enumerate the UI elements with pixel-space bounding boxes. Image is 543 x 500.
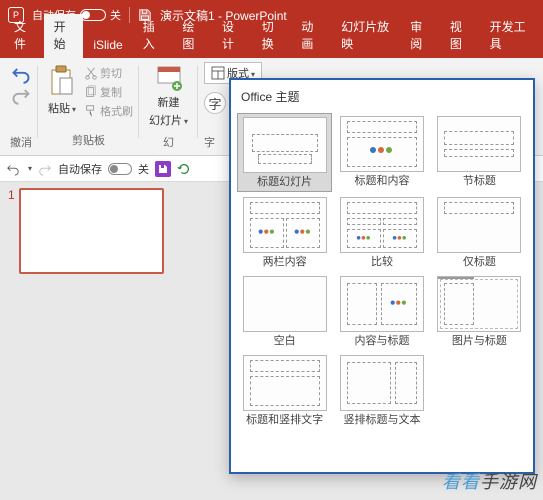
layout-title-content[interactable]: 标题和内容	[334, 113, 429, 192]
menu-transitions[interactable]: 切换	[252, 14, 292, 58]
ribbon-group-slides: 新建 幻灯片 幻	[141, 62, 196, 152]
toggle-off-icon[interactable]	[80, 9, 106, 21]
cut-button[interactable]: 剪切	[84, 64, 133, 82]
format-painter-icon	[84, 104, 98, 118]
new-slide-label1: 新建	[158, 94, 180, 110]
new-slide-icon	[155, 64, 183, 92]
menu-islide[interactable]: iSlide	[83, 34, 132, 58]
save-disk-icon	[158, 164, 168, 174]
undo-history-dropdown[interactable]	[26, 164, 32, 173]
watermark: 看看手游网	[442, 468, 537, 494]
layout-title-only[interactable]: 仅标题	[432, 194, 527, 271]
qat-autosave-label: 自动保存	[58, 161, 102, 177]
copy-icon	[84, 85, 98, 99]
menu-slideshow[interactable]: 幻灯片放映	[331, 14, 400, 58]
ribbon-group-undo: 撤消	[6, 62, 36, 152]
menu-view[interactable]: 视图	[440, 14, 480, 58]
layout-vertical-title[interactable]: 竖排标题与文本	[334, 352, 429, 429]
layout-two-content[interactable]: 两栏内容	[237, 194, 332, 271]
group-label-clipboard: 剪贴板	[72, 132, 105, 150]
paste-label: 粘贴	[48, 100, 76, 116]
autosave-state: 关	[110, 7, 121, 23]
menu-review[interactable]: 审阅	[400, 14, 440, 58]
layout-gallery-panel: Office 主题 标题幻灯片 标题和内容 节标题 两栏内容 比较 仅标题	[229, 78, 535, 474]
divider	[129, 7, 130, 23]
paste-icon	[48, 64, 76, 98]
new-slide-label2: 幻灯片	[149, 112, 188, 128]
layout-icon	[211, 66, 225, 80]
undo-icon[interactable]	[6, 162, 20, 176]
menu-home[interactable]: 开始	[44, 14, 84, 58]
layout-vertical-text[interactable]: 标题和竖排文字	[237, 352, 332, 429]
font-sample-circle[interactable]: 字	[204, 92, 226, 114]
thumbnail-pane[interactable]: 1	[0, 182, 172, 500]
refresh-icon[interactable]	[177, 162, 191, 176]
menu-bar: 文件 开始 iSlide 插入 绘图 设计 切换 动画 幻灯片放映 审阅 视图 …	[0, 30, 543, 58]
layout-grid: 标题幻灯片 标题和内容 节标题 两栏内容 比较 仅标题 空白 内容与标题	[231, 111, 533, 437]
thumbnail-number: 1	[8, 188, 15, 494]
menu-developer[interactable]: 开发工具	[480, 14, 539, 58]
menu-file[interactable]: 文件	[4, 14, 44, 58]
layout-comparison[interactable]: 比较	[334, 194, 429, 271]
ribbon-group-clipboard: 粘贴 剪切 复制 格式刷 剪贴板	[40, 62, 137, 152]
layout-title-slide[interactable]: 标题幻灯片	[237, 113, 332, 192]
layout-content-caption[interactable]: 内容与标题	[334, 273, 429, 350]
redo-icon[interactable]	[11, 85, 31, 105]
menu-insert[interactable]: 插入	[133, 14, 173, 58]
group-label-font: 字	[204, 134, 215, 152]
group-label-slides: 幻	[163, 134, 174, 152]
menu-animations[interactable]: 动画	[291, 14, 331, 58]
menu-draw[interactable]: 绘图	[172, 14, 212, 58]
save-button[interactable]	[155, 161, 171, 177]
copy-button[interactable]: 复制	[84, 83, 133, 101]
menu-design[interactable]: 设计	[212, 14, 252, 58]
slide-thumbnail[interactable]	[19, 188, 164, 274]
layout-picture-caption[interactable]: 图片与标题	[432, 273, 527, 350]
format-painter-button[interactable]: 格式刷	[84, 102, 133, 120]
cut-icon	[84, 66, 98, 80]
layout-blank[interactable]: 空白	[237, 273, 332, 350]
qat-toggle-icon[interactable]	[108, 163, 132, 175]
group-label-undo: 撤消	[10, 134, 32, 152]
redo-icon[interactable]	[38, 162, 52, 176]
undo-icon[interactable]	[11, 64, 31, 84]
new-slide-button[interactable]: 新建 幻灯片	[145, 62, 192, 130]
layout-panel-title: Office 主题	[231, 80, 533, 111]
paste-button[interactable]: 粘贴	[44, 62, 80, 118]
layout-section-header[interactable]: 节标题	[432, 113, 527, 192]
qat-autosave-state: 关	[138, 161, 149, 177]
